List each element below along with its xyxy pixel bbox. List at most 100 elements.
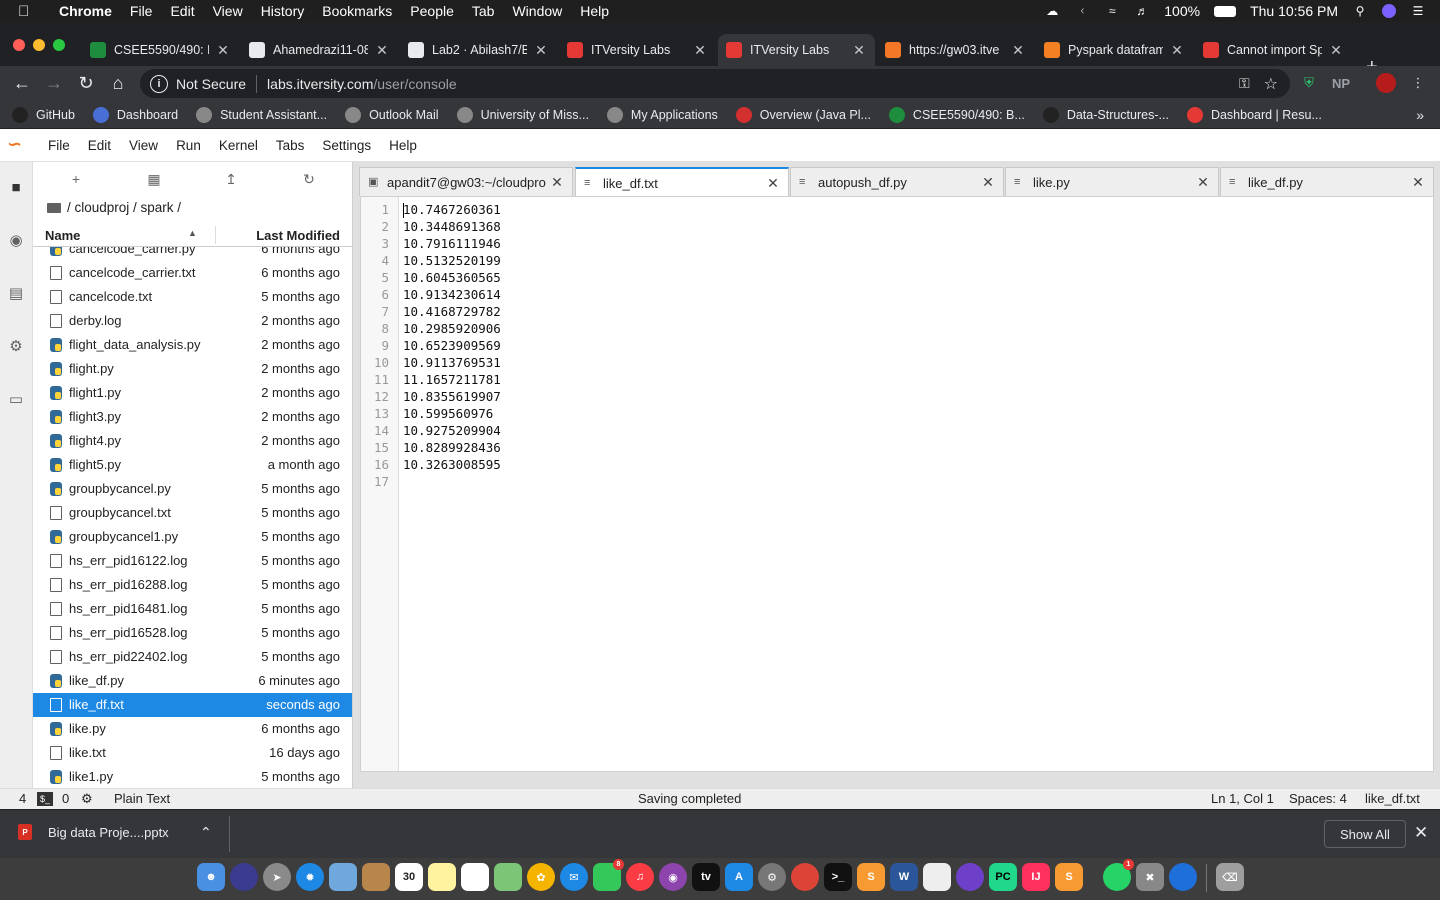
file-name[interactable]: like1.py <box>69 769 113 784</box>
jupyter-menu-settings[interactable]: Settings <box>322 138 371 153</box>
file-name[interactable]: flight_data_analysis.py <box>69 337 201 352</box>
code-line[interactable]: 10.7467260361 <box>403 202 501 217</box>
notes-icon[interactable] <box>428 863 456 891</box>
menu-window[interactable]: Window <box>512 3 562 19</box>
editor-tab-label[interactable]: autopush_df.py <box>818 175 981 190</box>
menu-people[interactable]: People <box>410 3 454 19</box>
file-name[interactable]: flight1.py <box>69 385 121 400</box>
file-name[interactable]: hs_err_pid16288.log <box>69 577 188 592</box>
close-editor-tab-icon[interactable]: ✕ <box>1411 174 1425 191</box>
editor-tab[interactable]: ≡ like.py ✕ <box>1005 167 1219 196</box>
browser-tab[interactable]: Pyspark datafram ✕ <box>1036 34 1193 66</box>
show-all-downloads-button[interactable]: Show All <box>1324 820 1406 848</box>
chrome-icon[interactable] <box>791 863 819 891</box>
close-editor-tab-icon[interactable]: ✕ <box>1196 174 1210 191</box>
file-name[interactable]: like.txt <box>69 745 106 760</box>
download-filename[interactable]: Big data Proje....pptx <box>48 825 169 840</box>
code-line[interactable]: 10.9113769531 <box>403 355 501 370</box>
bookmark-item[interactable]: University of Miss... <box>456 106 589 123</box>
url-host[interactable]: labs.itversity.com <box>267 76 373 92</box>
maps-icon[interactable] <box>494 863 522 891</box>
file-name[interactable]: flight5.py <box>69 457 121 472</box>
browser-tab[interactable]: Ahamedrazi11-08 ✕ <box>241 34 398 66</box>
browser-tab[interactable]: ITVersity Labs ✕ <box>559 34 716 66</box>
tabs-icon[interactable]: ▭ <box>6 389 26 409</box>
battery-percent[interactable]: 100% <box>1164 3 1200 19</box>
file-row[interactable]: hs_err_pid16481.log 5 months ago <box>33 597 352 621</box>
browser-tab-title[interactable]: Pyspark datafram <box>1068 43 1163 57</box>
file-row[interactable]: flight4.py 2 months ago <box>33 429 352 453</box>
facetime-icon[interactable]: 8 <box>593 859 624 891</box>
file-name[interactable]: flight.py <box>69 361 114 376</box>
sublime-merge-icon[interactable]: S <box>1055 863 1083 891</box>
bookmark-item[interactable]: Dashboard | Resu... <box>1186 106 1322 123</box>
chevron-up-icon[interactable]: ⌃ <box>200 824 212 841</box>
github-desktop-icon[interactable] <box>956 863 984 891</box>
cursor-position[interactable]: Ln 1, Col 1 <box>1211 791 1274 806</box>
browser-tab[interactable]: https://gw03.itve ✕ <box>877 34 1034 66</box>
file-name[interactable]: like_df.py <box>69 673 124 688</box>
bookmark-label[interactable]: Student Assistant... <box>220 108 327 122</box>
file-row[interactable]: groupbycancel.py 5 months ago <box>33 477 352 501</box>
file-row[interactable]: cancelcode_carrier.py 6 months ago <box>33 247 352 261</box>
close-window-button[interactable] <box>13 39 25 51</box>
minimize-window-button[interactable] <box>33 39 45 51</box>
bookmark-item[interactable]: Data-Structures-... <box>1042 106 1169 123</box>
code-line[interactable]: 10.4168729782 <box>403 304 501 319</box>
reload-icon[interactable]: ↻ <box>70 73 102 94</box>
siri-icon[interactable] <box>1382 4 1396 18</box>
bookmark-label[interactable]: Overview (Java Pl... <box>760 108 871 122</box>
bookmark-star-icon[interactable]: ☆ <box>1264 74 1278 94</box>
menu-app-name[interactable]: Chrome <box>59 3 112 19</box>
app-store-icon[interactable]: A <box>725 863 753 891</box>
close-editor-tab-icon[interactable]: ✕ <box>550 174 564 191</box>
editor-tab-label[interactable]: apandit7@gw03:~/cloudpro <box>387 175 550 190</box>
file-row[interactable]: derby.log 2 months ago <box>33 309 352 333</box>
sublime-text-icon[interactable]: S <box>857 863 885 891</box>
file-row[interactable]: like_df.py 6 minutes ago <box>33 669 352 693</box>
browser-tab-title[interactable]: https://gw03.itve <box>909 43 1004 57</box>
file-row[interactable]: groupbycancel1.py 5 months ago <box>33 525 352 549</box>
utilities-icon[interactable]: ✖ <box>1136 863 1164 891</box>
file-row[interactable]: hs_err_pid16288.log 5 months ago <box>33 573 352 597</box>
security-status[interactable]: Not Secure <box>176 76 246 92</box>
bluetooth-icon[interactable]: ᚲ <box>1074 4 1090 18</box>
jupyter-menu-help[interactable]: Help <box>389 138 417 153</box>
browser-tab-title[interactable]: ITVersity Labs <box>750 43 845 57</box>
file-row[interactable]: flight.py 2 months ago <box>33 357 352 381</box>
preview-icon[interactable] <box>329 863 357 891</box>
close-tab-icon[interactable]: ✕ <box>374 42 390 59</box>
word-icon[interactable]: W <box>890 863 918 891</box>
contacts-icon[interactable] <box>362 863 390 891</box>
file-name[interactable]: hs_err_pid22402.log <box>69 649 188 664</box>
jupyter-menu-kernel[interactable]: Kernel <box>219 138 258 153</box>
file-row[interactable]: flight_data_analysis.py 2 months ago <box>33 333 352 357</box>
wifi-icon[interactable]: ≈ <box>1104 4 1120 18</box>
terminal-count-icon[interactable]: $_ <box>37 792 53 806</box>
whatsapp-icon[interactable]: 1 <box>1103 859 1134 891</box>
bookmark-label[interactable]: GitHub <box>36 108 75 122</box>
launchpad-icon[interactable]: ➤ <box>263 863 291 891</box>
browser-tab[interactable]: CSEE5590/490: B ✕ <box>82 34 239 66</box>
safari-icon[interactable]: ✹ <box>296 863 324 891</box>
file-name[interactable]: groupbycancel.py <box>69 481 171 496</box>
forward-icon[interactable]: → <box>38 73 70 94</box>
code-line[interactable]: 10.2985920906 <box>403 321 501 336</box>
np-extension[interactable]: NP <box>1331 73 1351 93</box>
file-name[interactable]: cancelcode.txt <box>69 289 152 304</box>
file-row[interactable]: groupbycancel.txt 5 months ago <box>33 501 352 525</box>
file-row[interactable]: hs_err_pid16122.log 5 months ago <box>33 549 352 573</box>
music-icon[interactable]: ♫ <box>626 863 654 891</box>
menu-help[interactable]: Help <box>580 3 609 19</box>
folder-icon[interactable]: ■ <box>6 177 26 197</box>
jupyter-menu-edit[interactable]: Edit <box>88 138 111 153</box>
name-column-header[interactable]: Name <box>45 228 80 243</box>
menu-history[interactable]: History <box>261 3 305 19</box>
bookmark-item[interactable]: GitHub <box>12 106 75 123</box>
file-name[interactable]: like.py <box>69 721 106 736</box>
code-line[interactable]: 10.8355619907 <box>403 389 501 404</box>
intellij-icon[interactable]: IJ <box>1022 863 1050 891</box>
shield-extension-icon[interactable]: ⛨ <box>1299 73 1319 93</box>
file-name[interactable]: groupbycancel1.py <box>69 529 178 544</box>
bookmark-label[interactable]: Outlook Mail <box>369 108 438 122</box>
